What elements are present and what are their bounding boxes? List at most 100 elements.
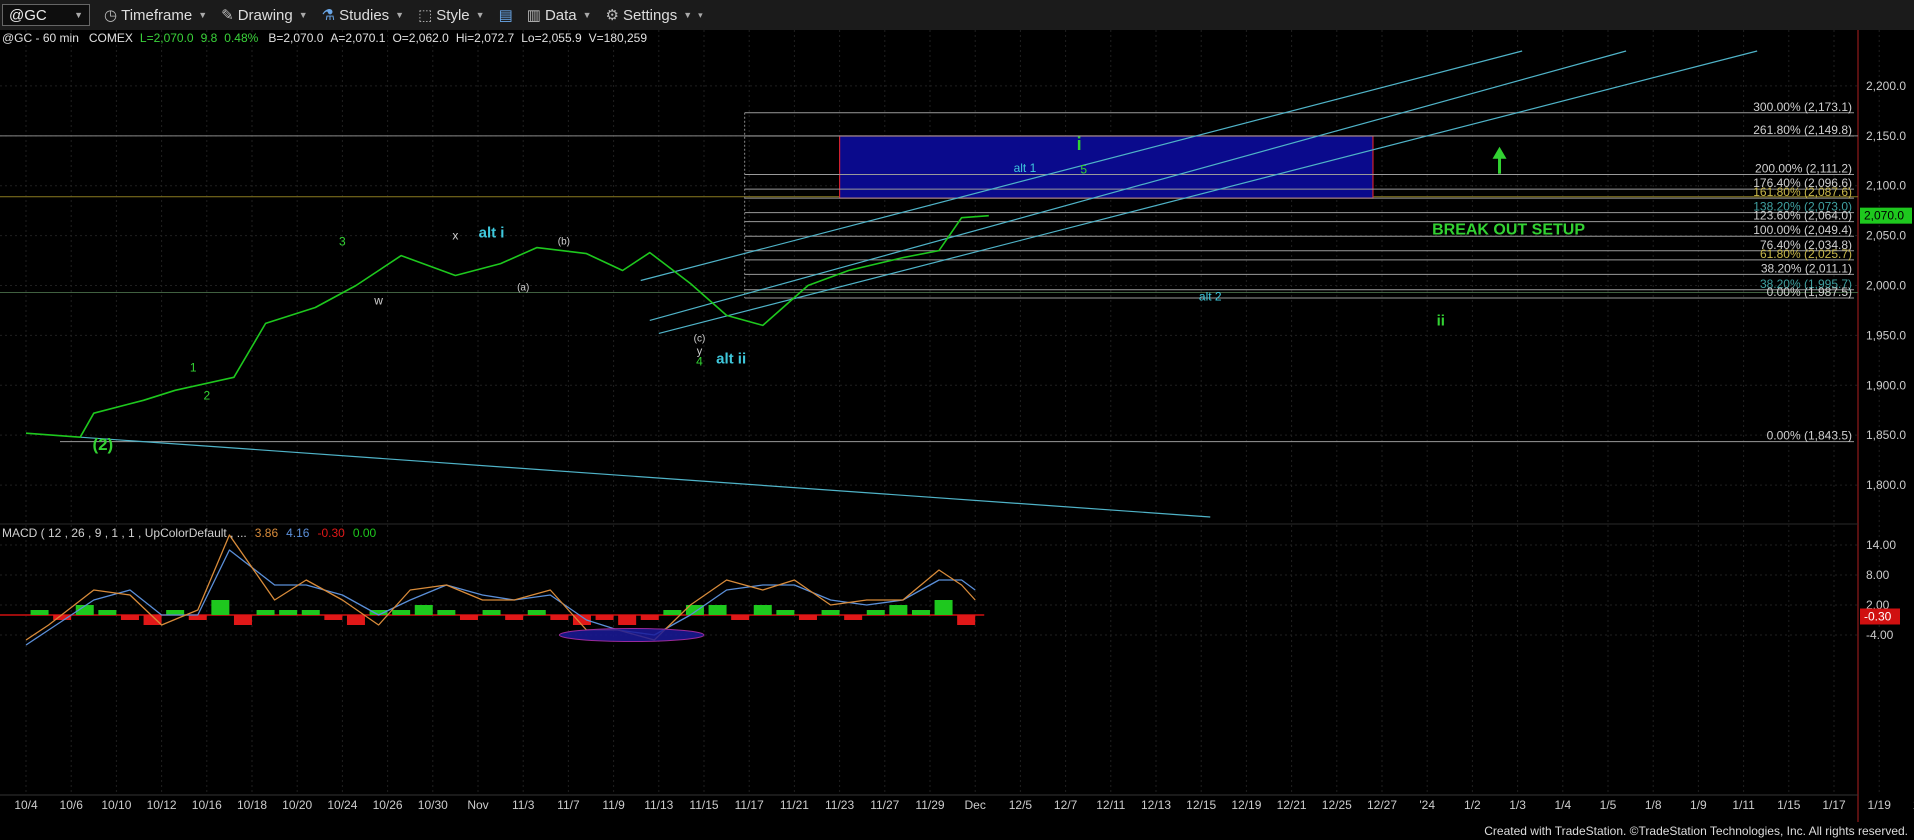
layout-button[interactable]: ▤ bbox=[499, 6, 513, 24]
studies-menu[interactable]: ⚗ Studies ▼ bbox=[322, 6, 405, 25]
style-menu[interactable]: ⬚ Style ▼ bbox=[418, 6, 484, 25]
wave-label: w bbox=[373, 293, 383, 307]
chevron-down-icon: ▼ bbox=[683, 10, 693, 20]
symbol-input[interactable]: @GC ▼ bbox=[2, 4, 90, 26]
data-menu[interactable]: ▥ Data ▼ bbox=[527, 6, 592, 25]
fib-level-label: 161.80% (2,087.6) bbox=[1753, 185, 1852, 199]
x-axis-label: 10/20 bbox=[282, 798, 312, 812]
x-axis-label: 12/5 bbox=[1009, 798, 1033, 812]
drawing-label: Drawing bbox=[237, 6, 293, 24]
chevron-down-icon: ▼ bbox=[198, 10, 208, 20]
x-axis-label: 11/15 bbox=[689, 798, 718, 812]
macd-value: 0.00 bbox=[353, 526, 377, 540]
wave-label: 5 bbox=[1080, 163, 1087, 177]
macd-histogram-bar bbox=[301, 610, 320, 615]
fib-level-label: 100.00% (2,049.4) bbox=[1753, 223, 1852, 237]
macd-histogram-bar bbox=[844, 615, 863, 620]
macd-highlight-ellipse bbox=[558, 628, 705, 642]
macd-histogram-bar bbox=[663, 610, 682, 615]
breakout-annotation: BREAK OUT SETUP bbox=[1432, 222, 1585, 239]
macd-histogram-bar bbox=[233, 615, 252, 625]
fib-level-label: 261.80% (2,149.8) bbox=[1753, 123, 1852, 137]
price-tick-label: 2,050.0 bbox=[1866, 229, 1906, 243]
macd-histogram-bar bbox=[934, 600, 953, 615]
wave-label: alt 1 bbox=[1014, 161, 1037, 175]
wave-label: 1 bbox=[190, 360, 197, 374]
macd-histogram-bar bbox=[640, 615, 659, 620]
wave-label: alt 2 bbox=[1199, 289, 1222, 303]
style-label: Style bbox=[436, 6, 470, 24]
x-axis-label: 11/27 bbox=[870, 798, 899, 812]
macd-tick-label: -4.00 bbox=[1866, 628, 1894, 642]
macd-histogram-bar bbox=[866, 610, 885, 615]
data-label: Data bbox=[544, 6, 577, 24]
x-axis-label: 10/10 bbox=[101, 798, 131, 812]
macd-histogram-bar bbox=[188, 615, 207, 620]
x-axis-label: 11/7 bbox=[557, 798, 580, 812]
macd-histogram-bar bbox=[30, 610, 49, 615]
macd-histogram-bar bbox=[821, 610, 840, 615]
drawing-menu[interactable]: ✎ Drawing ▼ bbox=[221, 6, 308, 25]
wave-label: 2 bbox=[203, 388, 210, 402]
price-tick-label: 2,000.0 bbox=[1866, 279, 1906, 293]
timeframe-menu[interactable]: ◷ Timeframe ▼ bbox=[104, 6, 208, 25]
fib-level-label: 0.00% (1,843.5) bbox=[1767, 429, 1852, 443]
x-axis-label: 11/29 bbox=[915, 798, 944, 812]
wave-label: i bbox=[1077, 134, 1082, 154]
header-ask: A=2,070.1 bbox=[330, 31, 385, 45]
x-axis-label: 1/2 bbox=[1464, 798, 1481, 812]
x-axis-label: 10/6 bbox=[60, 798, 84, 812]
macd-histogram-bar bbox=[414, 605, 433, 615]
macd-histogram-bar bbox=[911, 610, 930, 615]
wave-label: alt ii bbox=[716, 350, 746, 367]
chevron-down-icon: ▼ bbox=[298, 10, 308, 20]
price-tick-label: 1,800.0 bbox=[1866, 478, 1906, 492]
header-low: Lo=2,055.9 bbox=[521, 31, 582, 45]
x-axis-label: 1/15 bbox=[1777, 798, 1801, 812]
macd-histogram-bar bbox=[211, 600, 230, 615]
fib-level-label: 300.00% (2,173.1) bbox=[1753, 100, 1852, 114]
header-symbol-tf: @GC - 60 min bbox=[2, 31, 79, 45]
wave-label: (a) bbox=[517, 282, 529, 293]
fib-level-label: 0.00% (1,987.5) bbox=[1767, 285, 1852, 299]
clock-icon: ◷ bbox=[104, 7, 118, 24]
x-axis-label: Dec bbox=[965, 798, 986, 812]
header-last: L=2,070.0 bbox=[140, 31, 194, 45]
settings-menu[interactable]: ⚙ Settings ▼ ▾ bbox=[605, 6, 703, 25]
wave-label: (2) bbox=[92, 435, 113, 454]
x-axis-label: 12/27 bbox=[1367, 798, 1397, 812]
x-axis-label: 12/21 bbox=[1277, 798, 1307, 812]
x-axis-label: 1/17 bbox=[1822, 798, 1846, 812]
x-axis-label: 10/16 bbox=[192, 798, 222, 812]
wave-label: (b) bbox=[558, 237, 570, 248]
gear-icon: ⚙ bbox=[605, 7, 619, 24]
price-tick-label: 2,200.0 bbox=[1866, 79, 1906, 93]
x-axis-label: 10/30 bbox=[418, 798, 448, 812]
price-tick-label: 2,100.0 bbox=[1866, 179, 1906, 193]
x-axis-label: 12/25 bbox=[1322, 798, 1352, 812]
macd-tick-label: 14.00 bbox=[1866, 538, 1896, 552]
price-tick-label: 1,950.0 bbox=[1866, 328, 1906, 342]
settings-label: Settings bbox=[623, 6, 678, 24]
header-open: O=2,062.0 bbox=[392, 31, 449, 45]
macd-value: 4.16 bbox=[286, 526, 310, 540]
x-axis-label: 10/26 bbox=[373, 798, 403, 812]
chevron-down-icon: ▼ bbox=[582, 10, 592, 20]
macd-histogram-bar bbox=[957, 615, 976, 625]
chart-area: 2,200.0 2,150.0 2,100.0 2,050.0 2,000.0 1,950… bbox=[0, 30, 1914, 825]
fib-level-label: 123.60% (2,064.0) bbox=[1753, 209, 1852, 223]
header-bid: B=2,070.0 bbox=[268, 31, 323, 45]
x-axis-label: 11/9 bbox=[602, 798, 625, 812]
chevron-down-icon: ▼ bbox=[395, 10, 405, 20]
x-axis-label: 12/19 bbox=[1231, 798, 1261, 812]
x-axis-label: 12/15 bbox=[1186, 798, 1216, 812]
macd-value: -0.30 bbox=[317, 526, 345, 540]
x-axis-label: 1/5 bbox=[1600, 798, 1617, 812]
wave-label: alt i bbox=[479, 225, 505, 242]
x-axis-label: 11/21 bbox=[780, 798, 809, 812]
price-tick-label: 1,900.0 bbox=[1866, 378, 1906, 392]
x-axis-label: 1/11 bbox=[1732, 798, 1755, 812]
x-axis-label: 1/19 bbox=[1868, 798, 1892, 812]
macd-histogram-bar bbox=[279, 610, 298, 615]
fib-level-label: 61.80% (2,025.7) bbox=[1760, 247, 1852, 261]
